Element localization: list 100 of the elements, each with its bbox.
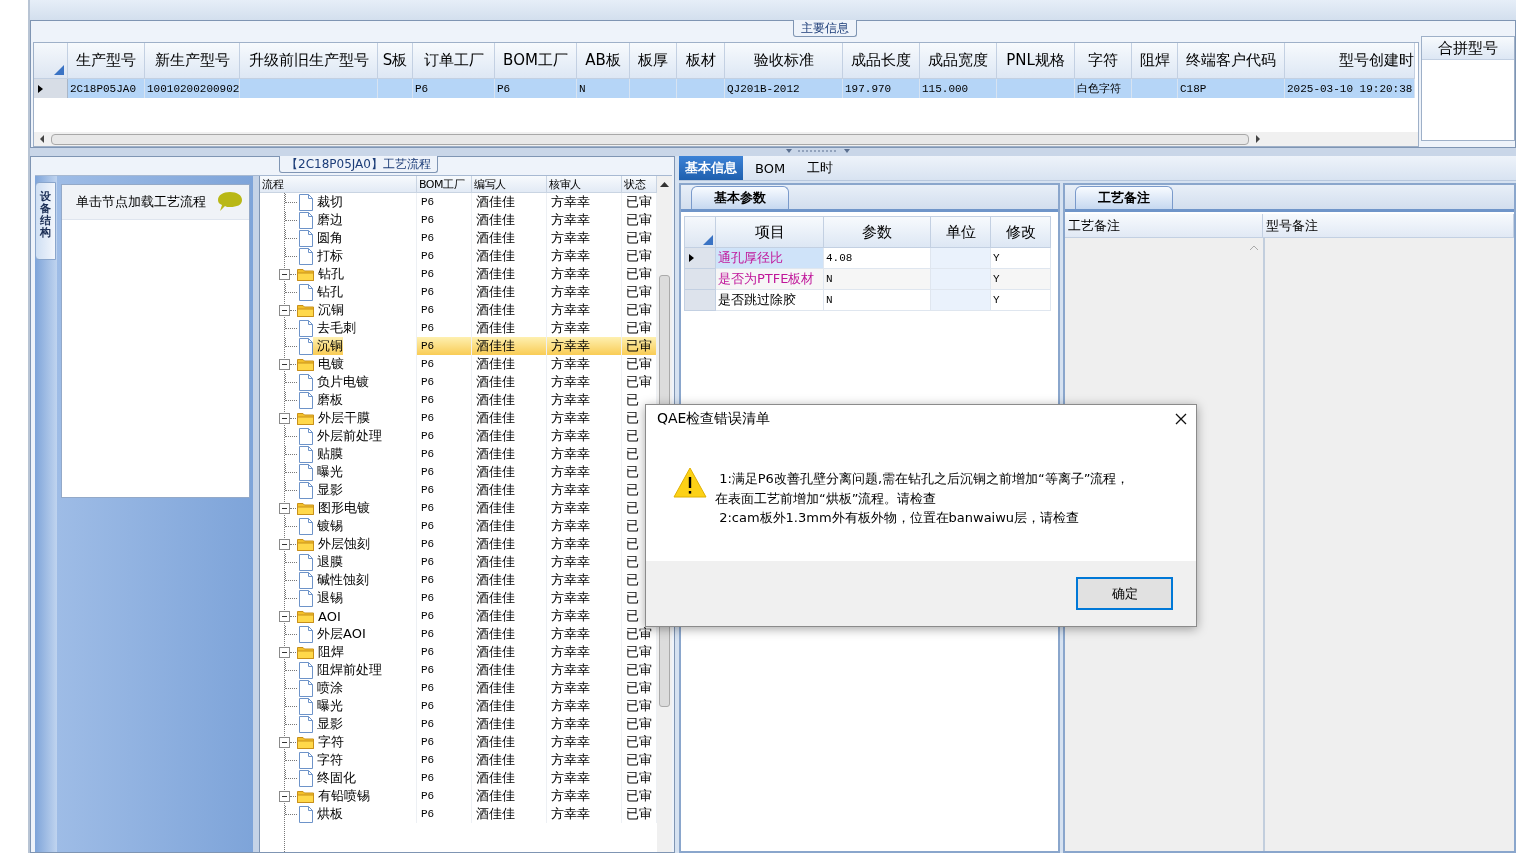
table-cell: 方幸幸 (551, 589, 590, 607)
table-cell-text: 磨边 (316, 211, 343, 229)
table-cell: 已审 (626, 643, 652, 661)
table-cell-text: 沉铜 (317, 301, 344, 319)
message-text: 2:cam板外1.3mm外有板外物，位置在banwaiwu层，请检查 (718, 509, 1081, 527)
table-cell: 方幸幸 (551, 355, 590, 373)
table-cell: P6 (421, 358, 435, 370)
table-cell: 10010200200902 (147, 82, 239, 95)
table-cell-text: 贴膜 (316, 445, 343, 463)
table-cell: 沉铜 (313, 337, 343, 355)
table-cell: 已 (626, 535, 639, 553)
table-cell: 酒佳佳 (476, 391, 515, 409)
dialog-title: QAE检查错误清单 (657, 409, 771, 428)
hint-text: 单击节点加载工艺流程 (76, 193, 206, 211)
table-cell-text: 退锡 (316, 589, 343, 607)
table-cell: 酒佳佳 (476, 499, 515, 517)
table-cell: 酒佳佳 (476, 319, 515, 337)
table-cell: 已审 (626, 265, 652, 283)
table-cell: P6 (421, 322, 435, 334)
table-cell-text: 去毛刺 (316, 319, 356, 337)
table-cell: P6 (421, 412, 435, 424)
table-cell: 酒佳佳 (476, 553, 515, 571)
table-cell-text: 磨板 (316, 391, 343, 409)
table-cell-text: 退膜 (316, 553, 343, 571)
table-cell: 已审 (626, 229, 652, 247)
table-cell: 方幸幸 (551, 265, 590, 283)
table-cell: QJ201B-2012 (727, 82, 800, 95)
table-cell-text: 字符 (316, 751, 343, 769)
table-cell: 方幸幸 (551, 751, 590, 769)
table-cell: 已审 (626, 733, 652, 751)
table-cell: 酒佳佳 (476, 427, 515, 445)
table-cell: 4.08 (826, 252, 853, 264)
table-cell: P6 (421, 664, 435, 676)
table-cell: P6 (421, 808, 435, 820)
table-cell: P6 (421, 232, 435, 244)
table-cell: 已审 (626, 625, 652, 643)
table-cell: P6 (421, 538, 435, 550)
table-cell: 酒佳佳 (476, 301, 515, 319)
table-cell: 酒佳佳 (476, 337, 515, 355)
table-cell: 酒佳佳 (476, 589, 515, 607)
table-cell-text: 终固化 (316, 769, 356, 787)
table-cell-text: 钻孔 (316, 283, 343, 301)
table-cell: 酒佳佳 (476, 229, 515, 247)
table-cell-text: 喷涂 (316, 679, 343, 697)
table-cell: 酒佳佳 (476, 715, 515, 733)
table-cell: N (826, 273, 833, 285)
table-cell-text: 显影 (316, 715, 343, 733)
table-cell: 方幸幸 (551, 319, 590, 337)
table-cell: 已审 (626, 769, 652, 787)
table-cell: P6 (421, 736, 435, 748)
group-title: 主要信息 (793, 20, 857, 37)
table-cell: 方幸幸 (551, 625, 590, 643)
table-cell: 通孔厚径比 (718, 249, 783, 267)
table-cell: 是否跳过除胶 (718, 291, 796, 309)
table-cell: 已 (626, 445, 639, 463)
table-cell: 方幸幸 (551, 391, 590, 409)
table-cell: 酒佳佳 (476, 535, 515, 553)
table-cell: 已 (626, 391, 639, 409)
table-cell: N (826, 294, 833, 306)
table-cell: 已 (626, 409, 639, 427)
table-cell: P6 (421, 790, 435, 802)
table-cell: P6 (421, 628, 435, 640)
table-cell-text: 外层AOI (316, 625, 366, 643)
table-cell: 方幸幸 (551, 427, 590, 445)
table-cell-text: 外层干膜 (317, 409, 370, 427)
table-cell: 方幸幸 (551, 229, 590, 247)
table-cell: P6 (421, 376, 435, 388)
table-cell: P6 (421, 196, 435, 208)
table-cell: 酒佳佳 (476, 409, 515, 427)
table-cell: 已审 (626, 211, 652, 229)
table-cell: 已 (626, 481, 639, 499)
table-cell: 已审 (626, 319, 652, 337)
table-cell: 方幸幸 (551, 337, 590, 355)
table-cell-text: 外层蚀刻 (317, 535, 370, 553)
table-cell: 已 (626, 571, 639, 589)
table-cell: 已审 (626, 373, 652, 391)
table-cell: 方幸幸 (551, 805, 590, 823)
table-cell: 已 (626, 517, 639, 535)
table-cell: 已 (626, 607, 639, 625)
table-cell: 已审 (626, 679, 652, 697)
table-cell: P6 (421, 340, 435, 352)
table-cell: 方幸幸 (551, 499, 590, 517)
table-cell: 已审 (626, 805, 652, 823)
table-cell: P6 (421, 286, 435, 298)
table-cell: 已审 (626, 337, 652, 355)
table-cell: 197.970 (845, 82, 892, 95)
table-cell: P6 (421, 646, 435, 658)
table-cell: 115.000 (922, 82, 969, 95)
table-cell: 酒佳佳 (476, 355, 515, 373)
table-cell: 酒佳佳 (476, 373, 515, 391)
table-cell: P6 (421, 574, 435, 586)
table-cell: P6 (421, 304, 435, 316)
table-cell: Y (993, 252, 1000, 264)
table-cell: 已审 (626, 283, 652, 301)
table-cell: 酒佳佳 (476, 661, 515, 679)
table-cell-text: 图形电镀 (317, 499, 370, 517)
table-cell-text: 显影 (316, 481, 343, 499)
table-cell-text: 烘板 (316, 805, 343, 823)
table-cell: P6 (497, 82, 511, 95)
table-cell: P6 (421, 484, 435, 496)
